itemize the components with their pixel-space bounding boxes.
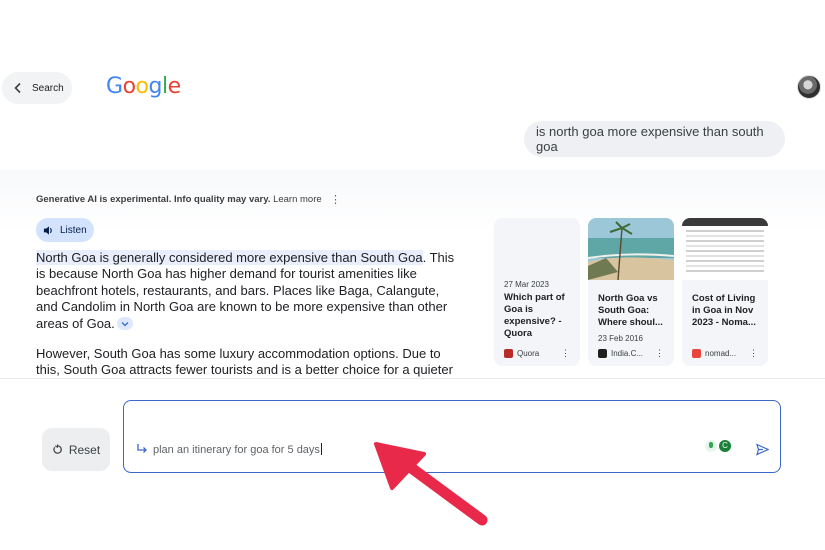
answer-highlight: North Goa is generally considered more e… — [36, 250, 423, 265]
follow-up-arrow-icon — [137, 444, 147, 453]
logo-letter: o — [122, 74, 136, 99]
ai-disclaimer: Generative AI is experimental. Info qual… — [36, 194, 322, 205]
send-icon[interactable] — [756, 443, 769, 456]
bulb-extension-icon[interactable] — [705, 440, 717, 452]
grammarly-extension-icon[interactable]: C — [719, 440, 731, 452]
source-card[interactable]: Cost of Living in Goa in Nov 2023 - Noma… — [682, 218, 768, 366]
avatar[interactable] — [797, 75, 821, 99]
logo-letter: G — [106, 74, 123, 99]
learn-more-link[interactable]: Learn more — [273, 194, 322, 205]
source-name: nomad... — [705, 349, 737, 358]
source-date: 27 Mar 2023 — [504, 280, 549, 289]
reset-button[interactable]: Reset — [42, 428, 110, 471]
source-title: Cost of Living in Goa in Nov 2023 - Noma… — [692, 293, 756, 328]
source-card[interactable]: North Goa vs South Goa: Where shoul... 2… — [588, 218, 674, 366]
more-options-icon[interactable]: ⋮ — [330, 194, 341, 208]
logo-letter: o — [135, 74, 149, 99]
source-date: 23 Feb 2016 — [598, 334, 643, 343]
source-title: Which part of Goa is expensive? - Quora — [504, 292, 565, 339]
prompt-text[interactable]: plan an itinerary for goa for 5 days — [153, 443, 322, 456]
chevron-down-icon — [121, 321, 129, 327]
reset-icon — [53, 444, 62, 454]
disclaimer-text: Generative AI is experimental. Info qual… — [36, 194, 271, 205]
listen-button[interactable]: Listen — [36, 218, 94, 242]
india-com-icon — [598, 349, 607, 358]
source-attribution: Quora — [504, 349, 539, 358]
expand-sources-button[interactable] — [116, 316, 133, 330]
google-logo[interactable]: Google — [106, 74, 181, 99]
listen-label: Listen — [60, 224, 87, 236]
source-name: Quora — [517, 349, 540, 358]
card-more-icon[interactable]: ⋮ — [655, 348, 664, 359]
divider — [0, 378, 825, 379]
user-query-bubble: is north goa more expensive than south g… — [524, 121, 785, 157]
source-name: India.C... — [611, 349, 644, 358]
speaker-icon — [43, 225, 52, 235]
chevron-left-icon — [14, 82, 21, 94]
nomad-icon — [692, 349, 701, 358]
source-attribution: India.C... — [598, 349, 643, 358]
card-more-icon[interactable]: ⋮ — [561, 348, 570, 359]
prompt-value: plan an itinerary for goa for 5 days — [153, 444, 320, 456]
extension-icons[interactable]: C — [705, 440, 731, 452]
back-to-search-button[interactable]: Search — [2, 72, 72, 104]
reset-label: Reset — [68, 442, 101, 457]
logo-letter: e — [167, 74, 182, 99]
answer-paragraph-1: North Goa is generally considered more e… — [36, 250, 464, 332]
text-caret — [320, 443, 322, 455]
source-card[interactable]: 27 Mar 2023 Which part of Goa is expensi… — [494, 218, 580, 366]
cost-table-thumbnail-image — [682, 218, 768, 280]
card-more-icon[interactable]: ⋮ — [749, 348, 758, 359]
source-title: North Goa vs South Goa: Where shoul... — [598, 293, 663, 328]
source-attribution: nomad... — [692, 349, 736, 358]
quora-icon — [504, 349, 513, 358]
beach-thumbnail-image — [588, 218, 674, 281]
logo-letter: g — [148, 74, 163, 99]
back-label: Search — [32, 82, 64, 94]
annotation-arrow-icon — [374, 442, 488, 526]
